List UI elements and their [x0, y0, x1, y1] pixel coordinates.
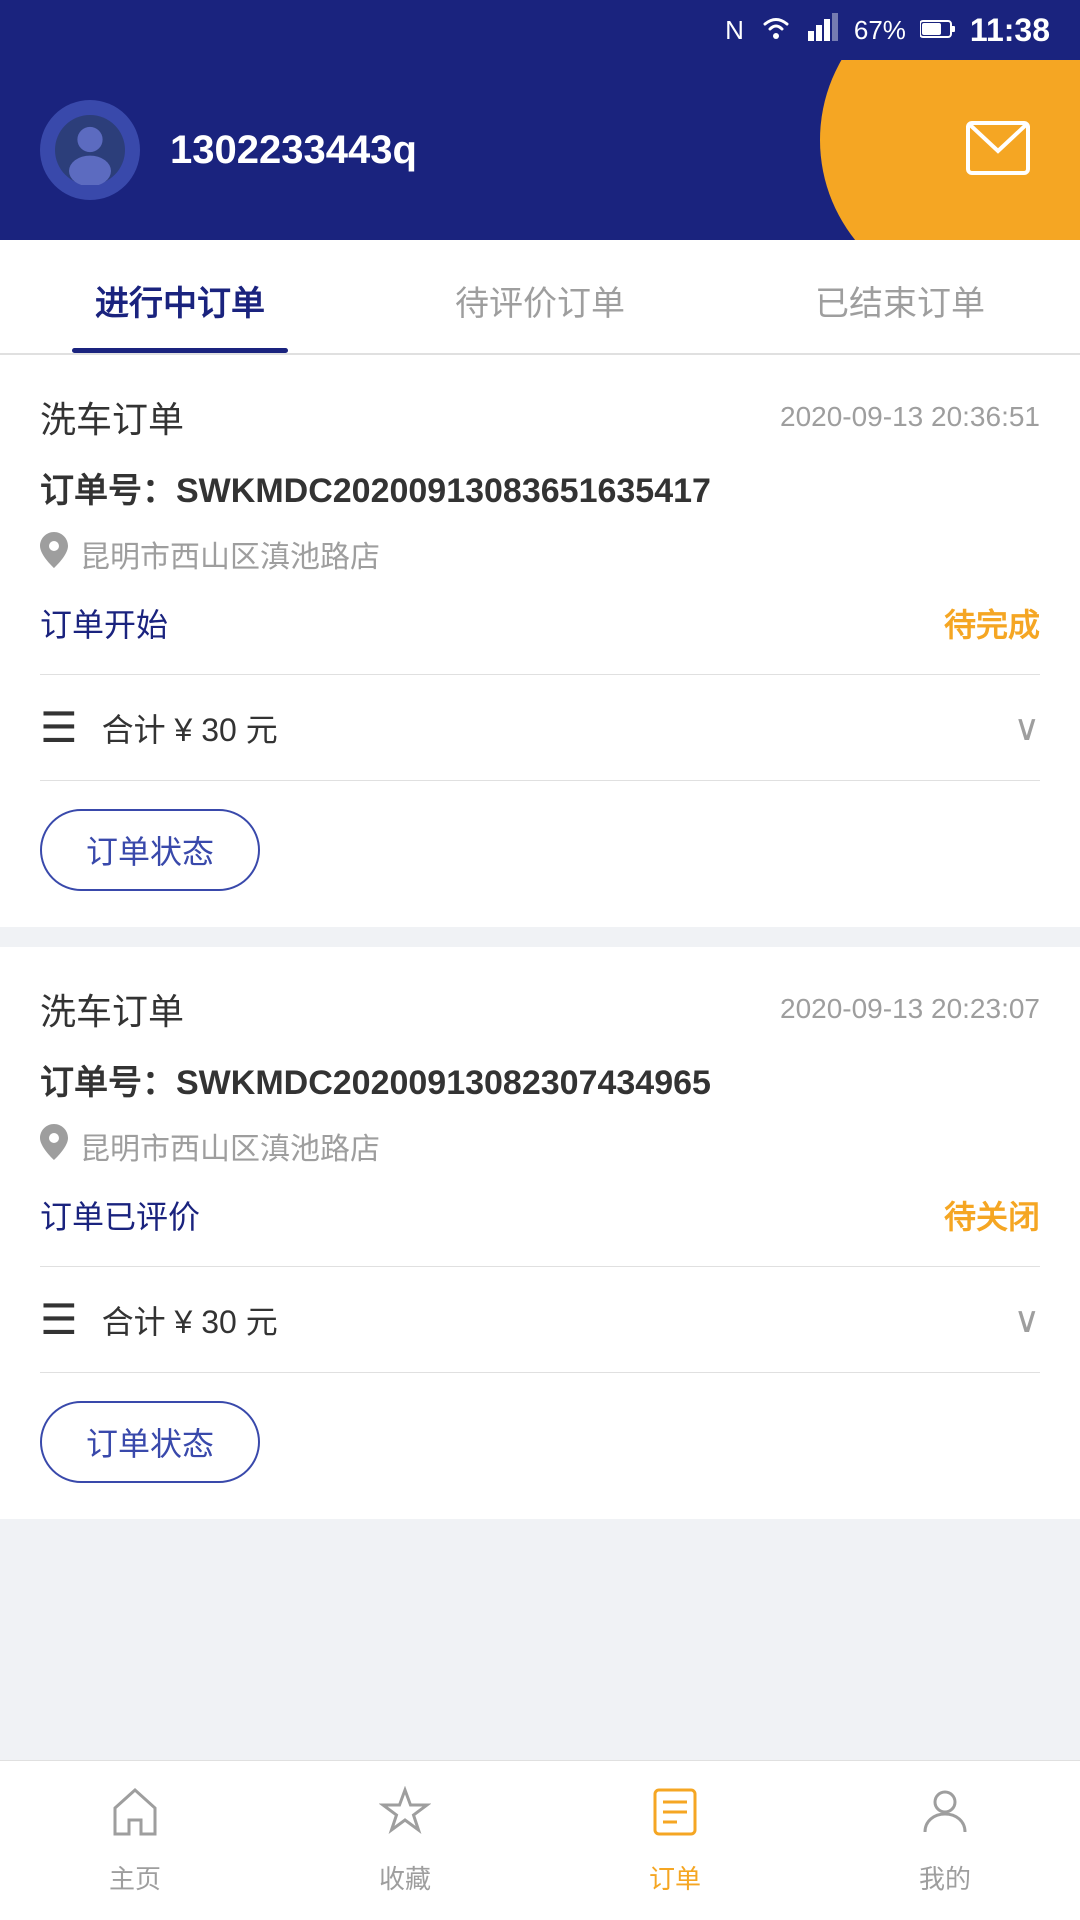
order-status-row-1: 订单开始 待完成 [0, 600, 1080, 674]
order-total-row-2[interactable]: ☰ 合计 ¥ 30 元 ∨ [0, 1267, 1080, 1372]
order-actions-2: 订单状态 [0, 1373, 1080, 1519]
order-total-row-1[interactable]: ☰ 合计 ¥ 30 元 ∨ [0, 675, 1080, 780]
location-pin-2 [40, 1124, 68, 1168]
battery-icon [920, 15, 956, 46]
order-time-2: 2020-09-13 20:23:07 [780, 993, 1040, 1025]
chevron-down-icon-2: ∨ [1014, 1299, 1040, 1341]
signal-icon [808, 13, 840, 48]
tab-bar: 进行中订单 待评价订单 已结束订单 [0, 240, 1080, 355]
nav-mine-label: 我的 [919, 1859, 971, 1896]
battery-percent: 67% [854, 15, 906, 46]
star-icon [379, 1786, 431, 1851]
orders-icon [649, 1786, 701, 1851]
order-total-text-1: 合计 ¥ 30 元 [102, 705, 1014, 751]
order-actions-1: 订单状态 [0, 781, 1080, 927]
order-status-right-2: 待关闭 [944, 1192, 1040, 1238]
order-header-2: 洗车订单 2020-09-13 20:23:07 [0, 947, 1080, 1055]
tab-active-orders[interactable]: 进行中订单 [0, 240, 360, 353]
order-status-left-2: 订单已评价 [40, 1192, 200, 1238]
order-status-button-2[interactable]: 订单状态 [40, 1401, 260, 1483]
nav-mine[interactable]: 我的 [810, 1786, 1080, 1896]
home-icon [109, 1786, 161, 1851]
order-type-2: 洗车订单 [40, 983, 184, 1035]
nav-favorites-label: 收藏 [379, 1859, 431, 1896]
chevron-down-icon-1: ∨ [1014, 707, 1040, 749]
order-location-1: 昆明市西山区滇池路店 [0, 532, 1080, 600]
tab-pending-review[interactable]: 待评价订单 [360, 240, 720, 353]
person-icon [919, 1786, 971, 1851]
list-icon-1: ☰ [40, 703, 78, 752]
wifi-icon [758, 13, 794, 48]
mail-icon[interactable] [966, 121, 1030, 180]
nav-favorites[interactable]: 收藏 [270, 1786, 540, 1896]
clock: 11:38 [970, 12, 1050, 49]
order-status-left-1: 订单开始 [40, 600, 168, 646]
nfc-icon: N [725, 15, 744, 46]
order-status-button-1[interactable]: 订单状态 [40, 809, 260, 891]
list-icon-2: ☰ [40, 1295, 78, 1344]
spacer [0, 1539, 1080, 1719]
header: 1302233443q [0, 60, 1080, 240]
order-number-2: 订单号：SWKMDC20200913082307434965 [0, 1055, 1080, 1124]
order-card-1: 洗车订单 2020-09-13 20:36:51 订单号：SWKMDC20200… [0, 355, 1080, 927]
tab-closed-orders[interactable]: 已结束订单 [720, 240, 1080, 353]
order-card-2: 洗车订单 2020-09-13 20:23:07 订单号：SWKMDC20200… [0, 947, 1080, 1519]
nav-orders-label: 订单 [649, 1859, 701, 1896]
bottom-nav: 主页 收藏 订单 我的 [0, 1760, 1080, 1920]
orders-container: 洗车订单 2020-09-13 20:36:51 订单号：SWKMDC20200… [0, 355, 1080, 1519]
username: 1302233443q [170, 128, 417, 173]
nav-home[interactable]: 主页 [0, 1786, 270, 1896]
status-icons: N 67% 11:38 [725, 12, 1050, 49]
order-header-1: 洗车订单 2020-09-13 20:36:51 [0, 355, 1080, 463]
status-bar: N 67% 11:38 [0, 0, 1080, 60]
order-total-text-2: 合计 ¥ 30 元 [102, 1297, 1014, 1343]
location-text-2: 昆明市西山区滇池路店 [80, 1124, 380, 1168]
order-status-right-1: 待完成 [944, 600, 1040, 646]
location-text-1: 昆明市西山区滇池路店 [80, 532, 380, 576]
order-location-2: 昆明市西山区滇池路店 [0, 1124, 1080, 1192]
order-time-1: 2020-09-13 20:36:51 [780, 401, 1040, 433]
nav-home-label: 主页 [109, 1859, 161, 1896]
avatar [40, 100, 140, 200]
nav-orders[interactable]: 订单 [540, 1786, 810, 1896]
location-pin-1 [40, 532, 68, 576]
order-type-1: 洗车订单 [40, 391, 184, 443]
order-status-row-2: 订单已评价 待关闭 [0, 1192, 1080, 1266]
order-number-1: 订单号：SWKMDC20200913083651635417 [0, 463, 1080, 532]
